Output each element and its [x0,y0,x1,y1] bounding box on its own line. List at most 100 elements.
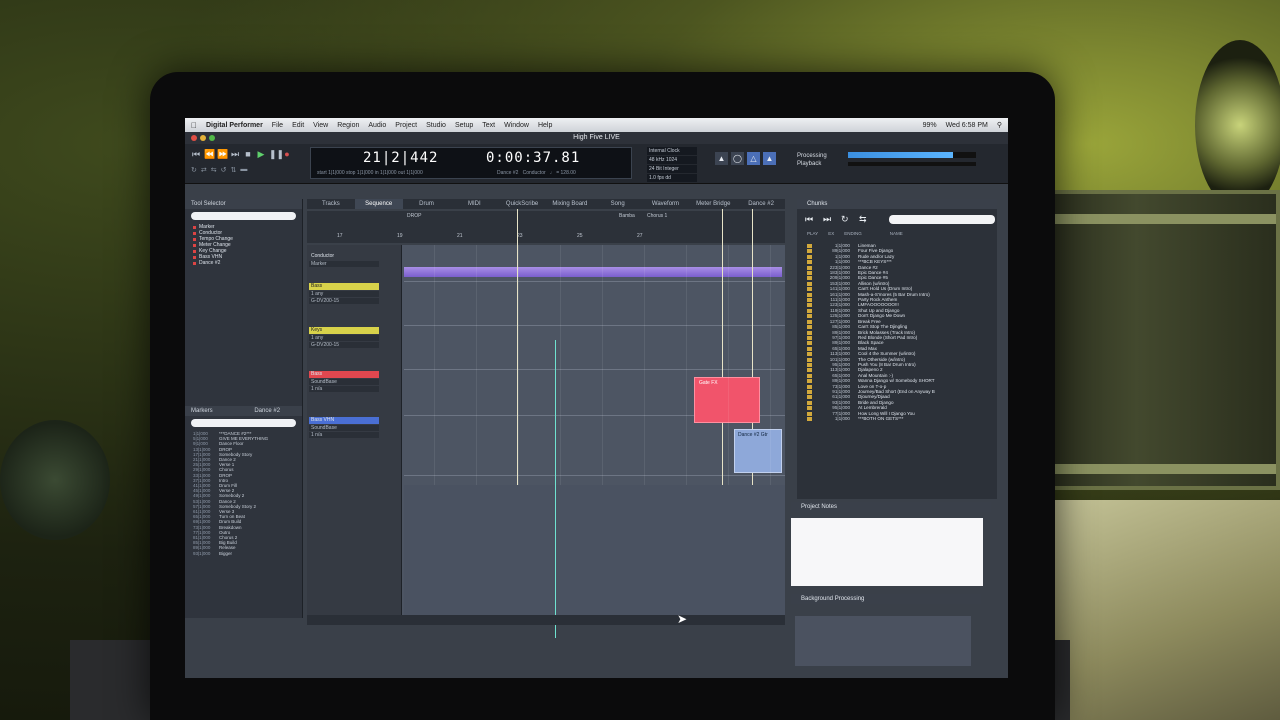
slider-icon[interactable]: ▬ [240,166,247,174]
chunk-play-indicator[interactable] [807,417,812,421]
menu-view[interactable]: View [313,122,328,129]
tab-dance-2[interactable]: Dance #2 [737,199,785,209]
chunk-play-indicator[interactable] [807,325,812,330]
ruler-marker-label[interactable]: DROP [407,213,421,219]
chunk-play-indicator[interactable] [807,379,812,384]
tab-quickscribe[interactable]: QuickScribe [498,199,546,209]
tool-search-input[interactable] [191,212,296,220]
chunk-play-indicator[interactable] [807,384,812,389]
chunk-play-indicator[interactable] [807,249,812,254]
audio-clip-wave[interactable]: Dance #2 Gtr [734,429,782,473]
chunk-play-indicator[interactable] [807,271,812,276]
menu-app-name[interactable]: Digital Performer [206,122,263,129]
tool-item[interactable]: Dance #2 [193,260,294,266]
main-counter[interactable]: 21|2|442 0:00:37.81 start 1|1|000 stop 1… [310,147,632,179]
menu-project[interactable]: Project [395,122,417,129]
next-chunk-icon[interactable]: ⏭ [823,214,831,225]
chunk-play-indicator[interactable] [807,411,812,416]
timeline-ruler[interactable]: DROP Bamba Chorus 1 17 19 21 23 25 27 [307,211,785,243]
chunk-play-indicator[interactable] [807,298,812,303]
chunk-play-indicator[interactable] [807,287,812,292]
metronome-icon[interactable]: ▲ [715,152,728,165]
tab-tracks[interactable]: Tracks [307,199,355,209]
col-play[interactable]: PLAY [807,231,818,237]
marker-track-clip[interactable] [404,267,782,277]
chunk-play-indicator[interactable] [807,276,812,281]
menu-file[interactable]: File [272,122,283,129]
menu-text[interactable]: Text [482,122,495,129]
chunk-play-indicator[interactable] [807,292,812,297]
chunk-play-indicator[interactable] [807,314,812,319]
zoom-window-button[interactable] [209,135,215,141]
rewind-icon[interactable]: ⏪ [204,149,215,159]
track-header[interactable]: Bass VHN SoundBase 1 n/a [309,417,379,438]
apple-icon[interactable]:  [191,121,197,130]
chunk-play-indicator[interactable] [807,265,812,270]
col-name[interactable]: NAME [890,231,903,237]
project-notes-title[interactable]: Project Notes [791,502,991,512]
record-icon[interactable]: ● [282,149,292,159]
chunk-play-indicator[interactable] [807,368,812,373]
track-header[interactable]: Keys 1 any G-DV200-15 [309,327,379,348]
chunk-search-input[interactable] [889,215,995,224]
pause-icon[interactable]: ❚❚ [269,149,284,159]
tab-sequence[interactable]: Sequence [354,199,403,209]
shuffle-chunk-icon[interactable]: ⇆ [859,214,867,225]
punch-icon[interactable]: ⇄ [201,166,207,174]
minimize-window-button[interactable] [200,135,206,141]
clip-lanes[interactable]: Gate FX Dance #2 Gtr [404,209,785,485]
wait-icon[interactable]: ◯ [731,152,744,165]
countoff-icon[interactable]: ⇅ [231,166,237,174]
chunk-play-indicator[interactable] [807,319,812,324]
track-header[interactable]: Bass 1 any G-DV200-15 [309,283,379,304]
menu-region[interactable]: Region [337,122,359,129]
chunk-play-indicator[interactable] [807,362,812,367]
chunk-play-indicator[interactable] [807,244,812,248]
loop-icon[interactable]: ↻ [191,166,197,174]
counter-chunk[interactable]: Dance #2 [497,170,518,176]
chunk-play-indicator[interactable] [807,389,812,394]
tab-song[interactable]: Song [594,199,642,209]
chunk-row[interactable]: 1|1|000 ***BOTH ON GETS*** [807,416,993,421]
prev-chunk-icon[interactable]: ⏮ [805,214,813,225]
chunk-play-indicator[interactable] [807,373,812,378]
play-icon[interactable]: ▶ [256,149,266,159]
skip-end-icon[interactable]: ⏭ [230,149,240,159]
menu-audio[interactable]: Audio [368,122,386,129]
audio-clip-red[interactable]: Gate FX [694,377,760,423]
menu-help[interactable]: Help [538,122,552,129]
ruler-marker-label[interactable]: Bamba [619,213,635,219]
chunk-play-indicator[interactable] [807,260,812,265]
menubar-clock[interactable]: Wed 6:58 PM [946,122,988,129]
chunk-play-indicator[interactable] [807,254,812,259]
chunk-play-indicator[interactable] [807,281,812,286]
counter-tempo[interactable]: 128.00 [561,170,576,176]
markers-title[interactable]: Markers Dance #2 [185,406,302,416]
ruler-marker-label[interactable]: Chorus 1 [647,213,667,219]
close-window-button[interactable] [191,135,197,141]
menu-setup[interactable]: Setup [455,122,473,129]
track-header[interactable]: Bass SoundBase 1 n/a [309,371,379,392]
track-header[interactable]: Conductor Marker [309,253,379,267]
clock-source[interactable]: Internal Clock 48 kHz 1024 24 Bit Intege… [647,147,697,182]
mixing-icon[interactable]: ▲ [763,152,776,165]
empty-track-area[interactable] [404,485,785,615]
marker-row[interactable]: 93|1|000 Bigger [193,551,294,556]
chunk-play-indicator[interactable] [807,352,812,357]
chunk-play-indicator[interactable] [807,395,812,400]
spotlight-icon[interactable]: ⚲ [997,121,1002,129]
project-notes-text-area[interactable] [791,518,983,586]
col-ending[interactable]: ENDING [844,231,862,237]
rewind-start-icon[interactable]: ⏮ [191,149,201,159]
tab-midi[interactable]: MIDI [450,199,498,209]
chunk-play-indicator[interactable] [807,335,812,340]
loop-chunk-icon[interactable]: ↻ [841,214,849,225]
tab-meter-bridge[interactable]: Meter Bridge [689,199,737,209]
chunk-play-indicator[interactable] [807,303,812,308]
chunk-play-indicator[interactable] [807,400,812,405]
markers-search-input[interactable] [191,419,296,427]
chunk-play-indicator[interactable] [807,346,812,351]
chunk-play-indicator[interactable] [807,357,812,362]
menu-window[interactable]: Window [504,122,529,129]
counter-conductor[interactable]: Conductor [523,170,546,176]
